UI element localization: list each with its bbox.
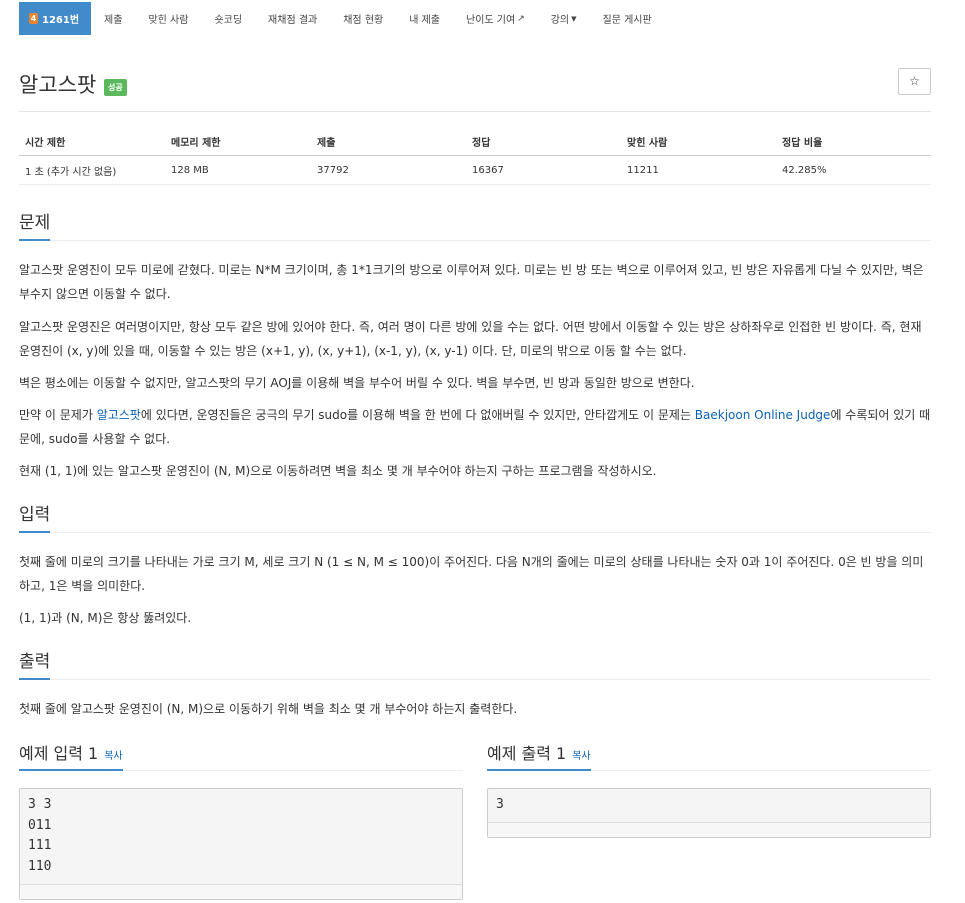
- input-paragraph: 첫째 줄에 미로의 크기를 나타내는 가로 크기 M, 세로 크기 N (1 ≤…: [19, 555, 924, 593]
- description-paragraph: 알고스팟 운영진이 모두 미로에 갇혔다. 미로는 N*M 크기이며, 총 1*…: [19, 263, 924, 301]
- sample-input-title: 예제 입력 1 복사: [19, 740, 123, 771]
- horizontal-scrollbar[interactable]: [488, 822, 930, 837]
- nav-item-problem[interactable]: 1261번: [19, 2, 92, 35]
- nav-item-my-submissions[interactable]: 내 제출: [396, 2, 453, 35]
- nav-item-label: 난이도 기여: [466, 15, 516, 26]
- section-title: 출력: [19, 647, 51, 680]
- sample-output-text: 3: [496, 797, 504, 812]
- nav-item-submit[interactable]: 제출: [91, 2, 135, 35]
- nav-item-label: 1261번: [42, 15, 80, 26]
- problem-nav: 1261번 제출 맞힌 사람 숏코딩 재채점 결과 채점 현황 내 제출 난이도…: [19, 2, 665, 35]
- value-solved-users: 11211: [621, 155, 776, 185]
- header-memory-limit: 메모리 제한: [165, 128, 311, 156]
- nav-item-board[interactable]: 질문 게시판: [590, 2, 665, 35]
- text: 에 있다면, 운영진들은 궁극의 무기 sudo를 이용해 벽을 한 번에 다 …: [140, 408, 695, 422]
- horizontal-scrollbar[interactable]: [20, 884, 462, 899]
- header-accept-ratio: 정답 비율: [776, 128, 931, 156]
- value-time-limit: 1 초 (추가 시간 없음): [19, 155, 165, 185]
- nav-item-solved-users[interactable]: 맞힌 사람: [135, 2, 201, 35]
- sample-output-label: 예제 출력 1: [487, 744, 567, 763]
- nav-item-label: 강의: [550, 15, 570, 26]
- star-icon: ☆: [909, 74, 920, 88]
- nav-item-difficulty[interactable]: 난이도 기여 ↗: [453, 2, 538, 35]
- nav-item-short-coding[interactable]: 숏코딩: [201, 2, 255, 35]
- nav-item-lecture[interactable]: 강의 ▼: [538, 2, 590, 35]
- tier-badge-icon: [29, 13, 38, 24]
- copy-output-button[interactable]: 복사: [572, 751, 590, 762]
- output-paragraph: 첫째 줄에 알고스팟 운영진이 (N, M)으로 이동하기 위해 벽을 최소 몇…: [19, 702, 518, 716]
- section-title: 문제: [19, 208, 51, 241]
- table-row: 1 초 (추가 시간 없음) 128 MB 37792 16367 11211 …: [19, 155, 931, 185]
- nav-item-status[interactable]: 채점 현황: [330, 2, 396, 35]
- value-accept-ratio: 42.285%: [776, 155, 931, 185]
- sample-input-text: 3 3 011 111 110: [28, 797, 52, 874]
- sample-input-box[interactable]: 3 3 011 111 110: [19, 788, 463, 900]
- value-memory-limit: 128 MB: [165, 155, 311, 185]
- boj-link[interactable]: Baekjoon Online Judge: [695, 408, 831, 422]
- header-accepted: 정답: [466, 128, 621, 156]
- header-submissions: 제출: [311, 128, 466, 156]
- sample-output-title: 예제 출력 1 복사: [487, 740, 591, 771]
- header-time-limit: 시간 제한: [19, 128, 165, 156]
- header-solved-users: 맞힌 사람: [621, 128, 776, 156]
- description-section-header: 문제: [19, 208, 931, 241]
- description-paragraph: 현재 (1, 1)에 있는 알고스팟 운영진이 (N, M)으로 이동하려면 벽…: [19, 464, 657, 478]
- problem-title: 알고스팟: [19, 73, 97, 97]
- problem-stats-table: 시간 제한 메모리 제한 제출 정답 맞힌 사람 정답 비율 1 초 (추가 시…: [19, 128, 931, 185]
- description-paragraph: 만약 이 문제가 알고스팟에 있다면, 운영진들은 궁극의 무기 sudo를 이…: [19, 403, 933, 451]
- nav-item-rejudge[interactable]: 재채점 결과: [255, 2, 330, 35]
- value-accepted: 16367: [466, 155, 621, 185]
- copy-input-button[interactable]: 복사: [104, 751, 122, 762]
- sample-output-header: 예제 출력 1 복사: [487, 740, 931, 771]
- value-submissions: 37792: [311, 155, 466, 185]
- output-section-header: 출력: [19, 647, 931, 680]
- description-paragraph: 알고스팟 운영진은 여러명이지만, 항상 모두 같은 방에 있어야 한다. 즉,…: [19, 320, 922, 358]
- sample-input-label: 예제 입력 1: [19, 744, 99, 763]
- result-badge: 성공: [104, 79, 127, 96]
- problem-header: 알고스팟 성공 ☆: [19, 67, 931, 112]
- table-header-row: 시간 제한 메모리 제한 제출 정답 맞힌 사람 정답 비율: [19, 128, 931, 156]
- sample-input-header: 예제 입력 1 복사: [19, 740, 463, 771]
- input-paragraph: (1, 1)과 (N, M)은 항상 뚫려있다.: [19, 611, 192, 625]
- sample-output-box[interactable]: 3: [487, 788, 931, 838]
- caret-down-icon: ▼: [571, 14, 577, 23]
- external-link-icon: ↗: [517, 13, 525, 24]
- text: 만약 이 문제가: [19, 408, 97, 422]
- section-title: 입력: [19, 500, 51, 533]
- input-section-header: 입력: [19, 500, 931, 533]
- algospot-link[interactable]: 알고스팟: [97, 408, 141, 422]
- favorite-star-button[interactable]: ☆: [898, 68, 931, 95]
- description-paragraph: 벽은 평소에는 이동할 수 없지만, 알고스팟의 무기 AOJ를 이용해 벽을 …: [19, 376, 695, 390]
